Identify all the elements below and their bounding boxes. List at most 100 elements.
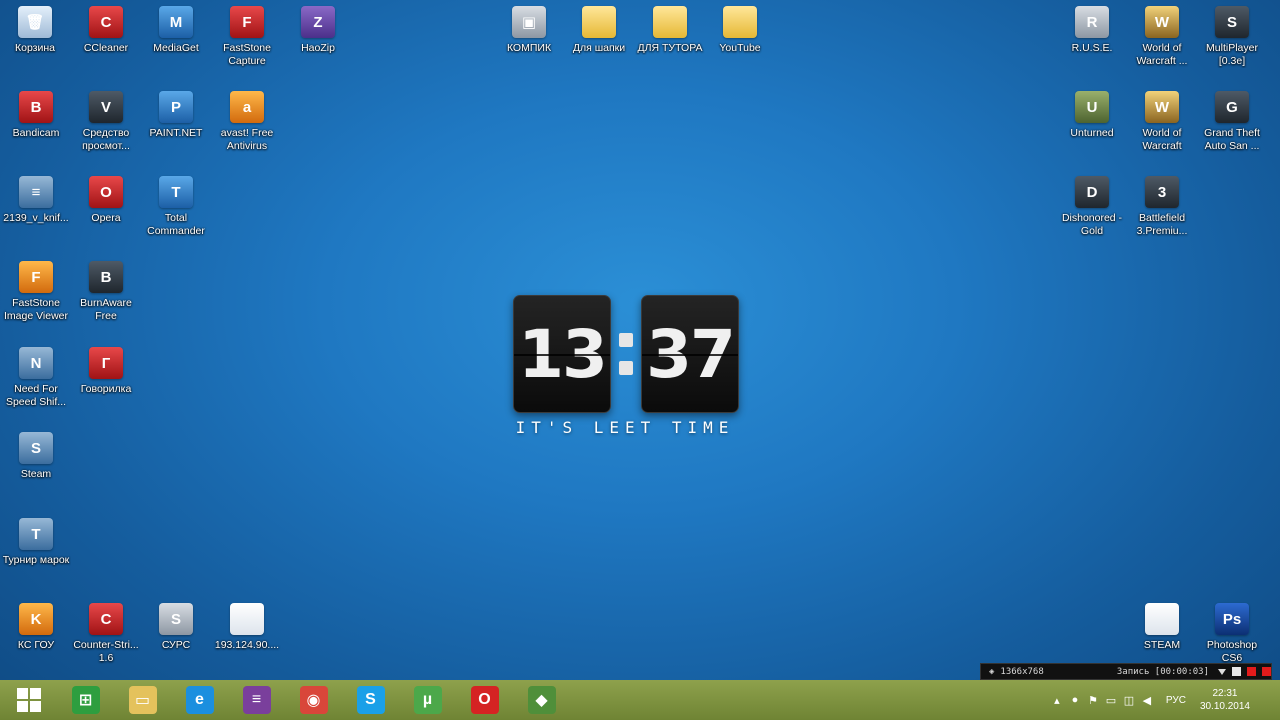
desktop-icon[interactable]: P PAINT.NET [141, 91, 211, 171]
desktop-icon-label: КОМПИК [506, 42, 552, 54]
desktop-icon-label: World of Warcraft ... [1136, 42, 1188, 67]
desktop-icon-label: Корзина [15, 42, 55, 54]
desktop-icon[interactable]: M MediaGet [141, 6, 211, 86]
system-tray: ▴ ● ⚑ ▭ ◫ ◀ РУС 22:31 30.10.2014 [1048, 680, 1280, 720]
shield-app-icon: ◆ [527, 686, 556, 714]
bandicam-tray-icon[interactable]: ● [1066, 694, 1084, 706]
flip-clock-widget: 13 37 [513, 295, 740, 415]
desktop-icon[interactable]: F FastStone Capture [212, 6, 282, 86]
utorrent-icon: µ [413, 686, 442, 714]
tray-clock[interactable]: 22:31 30.10.2014 [1200, 687, 1250, 713]
desktop-icon[interactable]: S Steam [1, 432, 71, 512]
opera-icon: O [89, 176, 123, 208]
taskbar-app-button[interactable]: S [342, 680, 399, 720]
desktop-icon[interactable]: R R.U.S.E. [1057, 6, 1127, 86]
desktop-icon[interactable]: W World of Warcraft [1127, 91, 1197, 171]
network-icon[interactable]: ◫ [1120, 694, 1138, 707]
desktop-icon[interactable]: S MultiPlayer [0.3e] [1197, 6, 1267, 86]
clock-hours: 13 [513, 295, 611, 413]
desktop-icon-label: Говорилка [80, 383, 132, 395]
mediaget-icon: M [159, 6, 193, 38]
desktop: 🗑 Корзина C CCleaner M MediaGet F FastStone Cap… [0, 0, 1280, 680]
desktop-icon[interactable]: ▣ КОМПИК [494, 6, 564, 86]
desktop-icon[interactable]: G Grand Theft Auto San ... [1197, 91, 1267, 171]
desktop-icon[interactable]: C Counter-Stri... 1.6 [71, 603, 141, 683]
desktop-icon-label: PAINT.NET [149, 127, 203, 139]
battlefield-icon: 3 [1145, 176, 1179, 208]
desktop-icon-label: HaoZip [301, 42, 335, 54]
desktop-icon[interactable]: O Opera [71, 176, 141, 256]
taskbar-app-button[interactable]: µ [399, 680, 456, 720]
desktop-icon-label: CCleaner [83, 42, 129, 54]
desktop-icon[interactable]: Г Говорилка [71, 347, 141, 427]
windows-logo-icon [16, 688, 41, 712]
clock-tagline: IT'S LEET TIME [515, 418, 735, 437]
taskbar-app-button[interactable]: e [171, 680, 228, 720]
desktop-icon[interactable]: Для шапки [564, 6, 634, 86]
desktop-icon[interactable]: C CCleaner [71, 6, 141, 86]
screenshot-icon[interactable] [1232, 667, 1241, 676]
recycle-bin-icon: 🗑 [18, 6, 52, 38]
record-icon[interactable] [1247, 667, 1256, 676]
desktop-icon[interactable]: 3 Battlefield 3.Premiu... [1127, 176, 1197, 256]
desktop-icon-label: MultiPlayer [0.3e] [1206, 42, 1258, 67]
desktop-icon[interactable]: 193.124.90.... [212, 603, 282, 683]
volume-icon[interactable]: ◀ [1138, 694, 1156, 707]
desktop-icon[interactable]: ≡ 2139_v_knif... [1, 176, 71, 256]
taskbar-app-button[interactable]: ◉ [285, 680, 342, 720]
store-icon: ⊞ [71, 686, 100, 714]
taskbar-apps: ⊞ ▭ e ≡ ◉ Sµ O ◆ [57, 680, 570, 720]
counter-strike-icon: C [89, 603, 123, 635]
desktop-icon[interactable]: T Турнир марок [1, 518, 71, 598]
desktop-icon[interactable]: a avast! Free Antivirus [212, 91, 282, 171]
desktop-icon[interactable]: 🗑 Корзина [0, 6, 70, 86]
faststone-capture-icon: F [230, 6, 264, 38]
taskbar-app-button[interactable]: ⊞ [57, 680, 114, 720]
desktop-icon[interactable]: YouTube [705, 6, 775, 86]
ruse-icon: R [1075, 6, 1109, 38]
desktop-icon[interactable]: V Средство просмот... [71, 91, 141, 171]
taskbar-app-button[interactable]: O [456, 680, 513, 720]
start-button[interactable] [0, 680, 57, 720]
desktop-icon[interactable]: F FastStone Image Viewer [1, 261, 71, 341]
chrome-icon: ◉ [299, 686, 328, 714]
folder-icon [582, 6, 616, 38]
battery-icon[interactable]: ▭ [1102, 694, 1120, 707]
desktop-icon[interactable]: K КС ГОУ [1, 603, 71, 683]
desktop-icon-label: FastStone Image Viewer [3, 297, 68, 322]
photoshop-icon: Ps [1215, 603, 1249, 635]
flag-icon[interactable]: ⚑ [1084, 694, 1102, 707]
taskbar-app-button[interactable]: ▭ [114, 680, 171, 720]
taskbar-app-button[interactable]: ≡ [228, 680, 285, 720]
desktop-icon[interactable]: U Unturned [1057, 91, 1127, 171]
desktop-icon[interactable]: S СУРС [141, 603, 211, 683]
desktop-icon-label: КС ГОУ [17, 639, 55, 651]
shortcut-icon: T [19, 518, 53, 550]
desktop-icon[interactable]: ДЛЯ ТУТОРА [635, 6, 705, 86]
clock-minutes: 37 [641, 295, 739, 413]
stop-icon[interactable] [1262, 667, 1271, 676]
gta-icon: G [1215, 91, 1249, 123]
desktop-icon[interactable]: N Need For Speed Shif... [1, 347, 71, 427]
taskbar: ⊞ ▭ e ≡ ◉ Sµ O ◆ ▴ ● ⚑ ▭ ◫ ◀ РУС 22:31 30.10.20… [0, 680, 1280, 720]
recording-overlay-bar: ◈ 1366x768 Запись [00:00:03] [980, 663, 1272, 680]
dropdown-arrow-icon[interactable] [1218, 668, 1226, 675]
viewer-icon: V [89, 91, 123, 123]
desktop-icon[interactable]: W World of Warcraft ... [1127, 6, 1197, 86]
desktop-icon-label: avast! Free Antivirus [220, 127, 274, 152]
internet-explorer-icon: e [185, 686, 214, 714]
file-icon [230, 603, 264, 635]
desktop-icon[interactable]: Z HaoZip [283, 6, 353, 86]
taskbar-app-button[interactable]: ◆ [513, 680, 570, 720]
desktop-icon[interactable]: D Dishonored - Gold [1057, 176, 1127, 256]
desktop-icon[interactable]: B Bandicam [1, 91, 71, 171]
desktop-icon[interactable]: B BurnAware Free [71, 261, 141, 341]
desktop-icon-label: 193.124.90.... [214, 639, 280, 651]
desktop-icon[interactable]: T Total Commander [141, 176, 211, 256]
show-hidden-icons-icon[interactable]: ▴ [1048, 694, 1066, 707]
steam-icon: S [19, 432, 53, 464]
language-indicator[interactable]: РУС [1166, 695, 1186, 706]
desktop-icon-label: ДЛЯ ТУТОРА [637, 42, 703, 54]
shortcut-icon: N [19, 347, 53, 379]
desktop-icon-label: Unturned [1070, 127, 1114, 139]
